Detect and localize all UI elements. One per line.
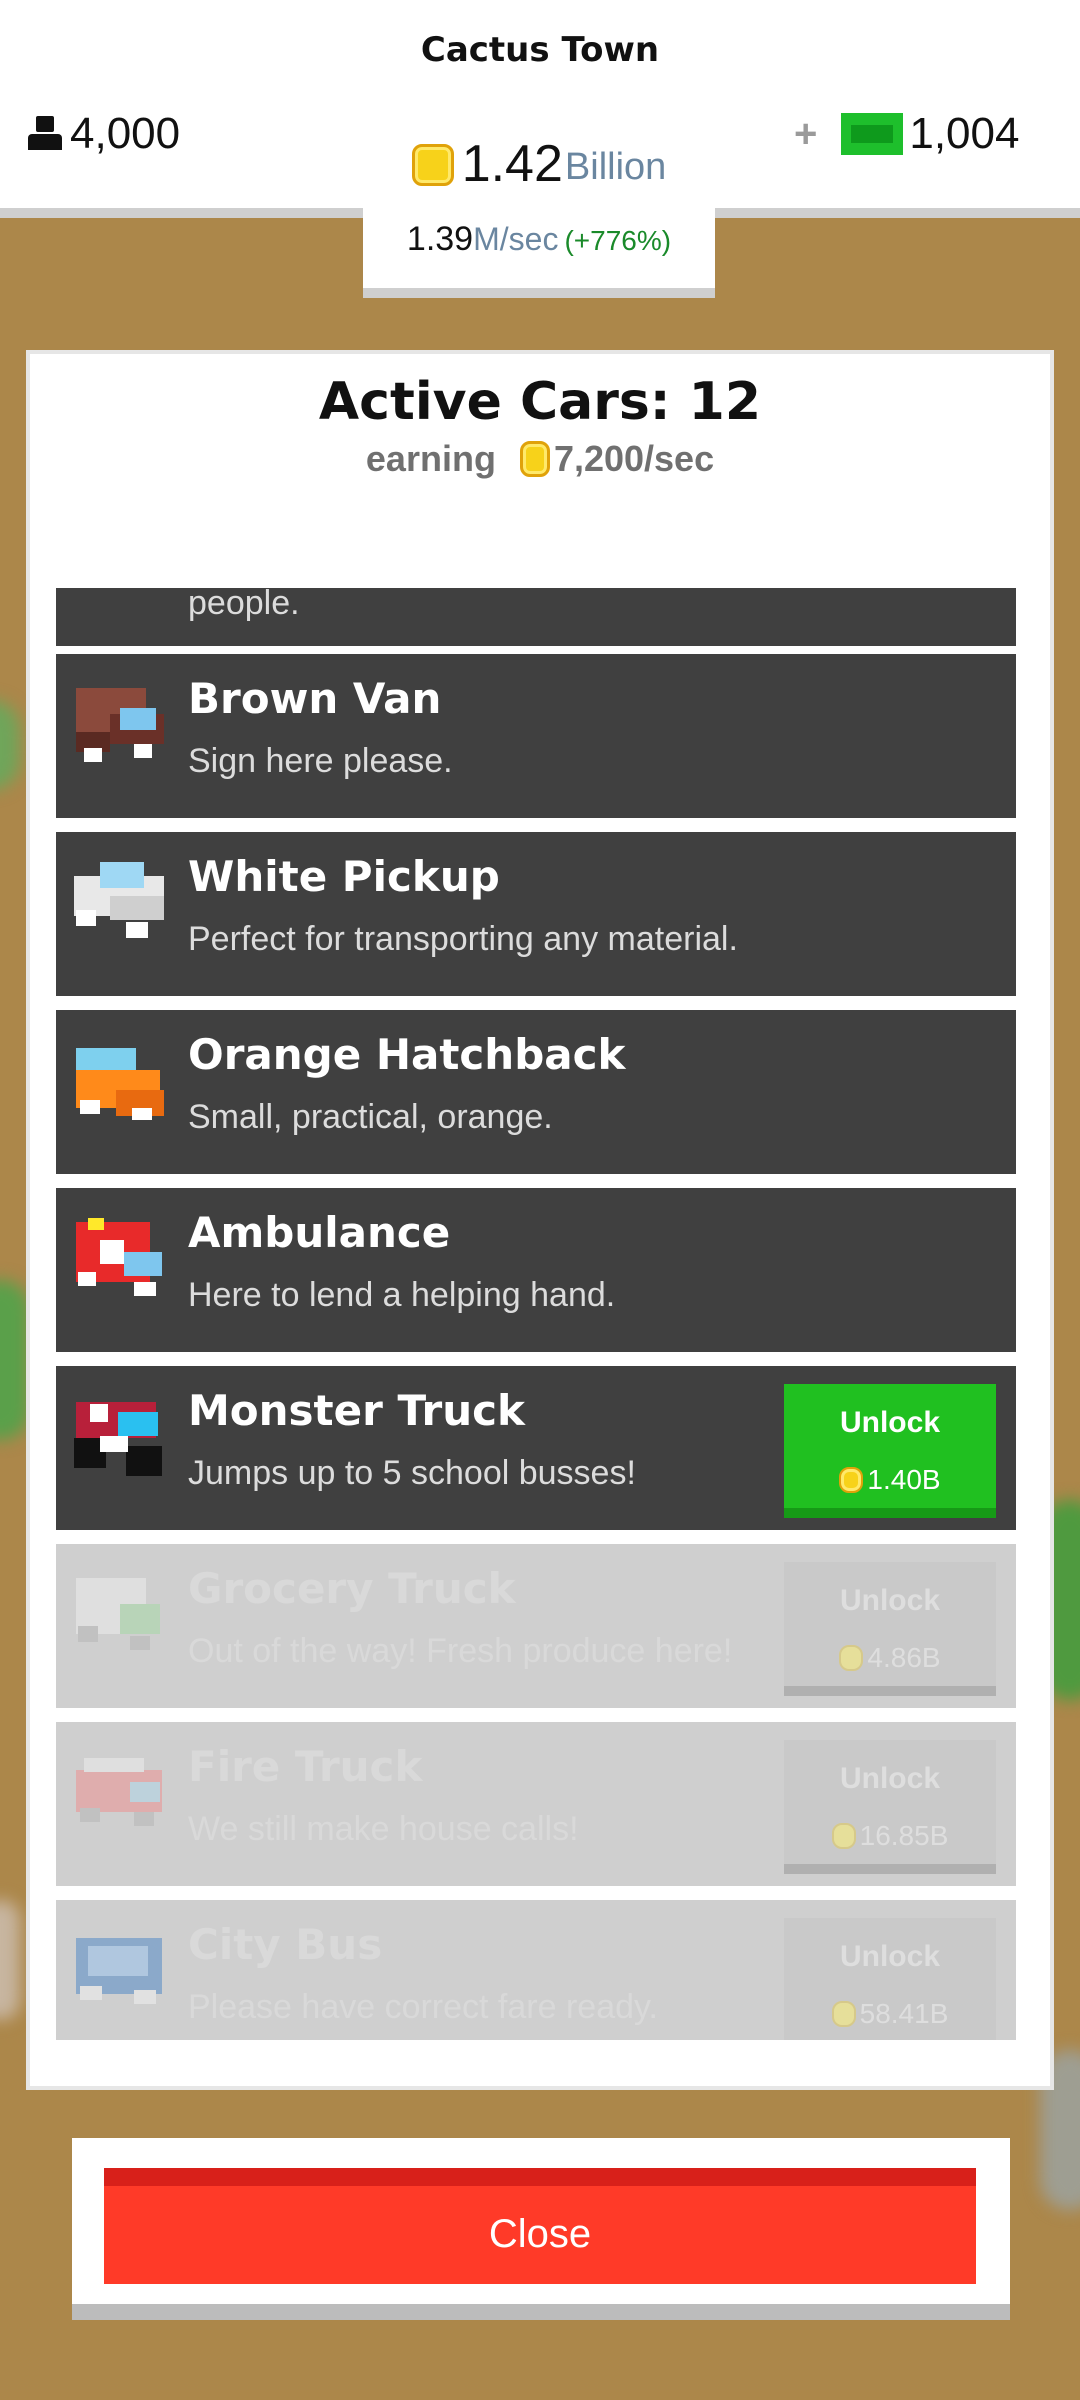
car-name: Grocery Truck	[188, 1564, 516, 1613]
gold-unit: Billion	[564, 146, 667, 188]
car-description: Small, practical, orange.	[188, 1098, 553, 1136]
income-rate-unit: M/sec	[473, 221, 559, 257]
cash-counter[interactable]: + 1,004	[794, 106, 1019, 162]
active-cars-panel: Active Cars: 12 earning 7,200/sec people…	[26, 350, 1054, 2090]
car-description: Sign here please.	[188, 742, 453, 780]
gold-coin-icon	[831, 2001, 856, 2027]
panel-earning: earning 7,200/sec	[30, 438, 1050, 480]
person-icon	[26, 116, 64, 152]
list-item[interactable]: Monster Truck Jumps up to 5 school busse…	[56, 1366, 1016, 1530]
income-rate-percent: (+776%)	[564, 225, 672, 256]
city-bus-icon	[70, 1924, 174, 2024]
unlock-cost-value: 58.41B	[859, 1998, 949, 2029]
fire-truck-icon	[70, 1746, 174, 1846]
cash-bill-icon	[841, 113, 904, 155]
brown-van-icon	[70, 678, 174, 778]
add-cash-icon[interactable]: +	[794, 112, 817, 157]
unlock-cost-value: 16.85B	[859, 1820, 949, 1851]
car-name: Brown Van	[188, 674, 442, 723]
list-item[interactable]: Brown Van Sign here please.	[56, 654, 1016, 818]
gold-coin-icon	[839, 1467, 864, 1493]
panel-title: Active Cars: 12	[318, 372, 762, 432]
gold-counter: 1.42 Billion 1.39M/sec (+776%)	[363, 120, 715, 298]
ambulance-icon	[70, 1212, 174, 1312]
unlock-button[interactable]: Unlock 16.85B	[784, 1740, 996, 1874]
grocery-truck-icon	[70, 1568, 174, 1668]
list-item[interactable]: Fire Truck We still make house calls! Un…	[56, 1722, 1016, 1886]
population-value: 4,000	[70, 109, 181, 158]
earning-label: earning	[365, 438, 496, 479]
orange-hatchback-icon	[70, 1034, 174, 1134]
earning-rate: 7,200/sec	[553, 438, 715, 479]
gold-value: 1.42	[461, 135, 563, 193]
unlock-cost: 16.85B	[784, 1820, 996, 1852]
population-counter: 4,000	[26, 106, 180, 162]
list-item[interactable]: Ambulance Here to lend a helping hand.	[56, 1188, 1016, 1352]
car-description: Jumps up to 5 school busses!	[188, 1454, 636, 1492]
unlock-button[interactable]: Unlock 4.86B	[784, 1562, 996, 1696]
unlock-cost: 4.86B	[784, 1642, 996, 1674]
car-name: Orange Hatchback	[188, 1030, 626, 1079]
unlock-cost-value: 4.86B	[867, 1642, 941, 1673]
close-button[interactable]: Close	[104, 2168, 976, 2284]
unlock-cost-value: 1.40B	[867, 1464, 941, 1495]
monster-truck-icon	[70, 1390, 174, 1490]
cash-value: 1,004	[909, 109, 1020, 158]
car-description: Please have correct fare ready.	[188, 1988, 658, 2026]
car-description: We still make house calls!	[188, 1810, 579, 1848]
white-pickup-icon	[70, 856, 174, 956]
list-item[interactable]: Orange Hatchback Small, practical, orang…	[56, 1010, 1016, 1174]
town-name: Cactus Town	[420, 30, 660, 70]
car-description: Here to lend a helping hand.	[188, 1276, 616, 1314]
unlock-cost: 1.40B	[784, 1464, 996, 1496]
car-description: Perfect for transporting any material.	[188, 920, 738, 958]
car-name: City Bus	[188, 1920, 383, 1969]
income-rate-value: 1.39	[406, 220, 474, 258]
gold-coin-icon	[411, 144, 454, 186]
unlock-label: Unlock	[839, 1762, 941, 1795]
car-name: Monster Truck	[188, 1386, 525, 1435]
unlock-label: Unlock	[839, 1584, 941, 1617]
unlock-button[interactable]: Unlock 58.41B	[784, 1918, 996, 2040]
car-name: Fire Truck	[188, 1742, 423, 1791]
gold-coin-icon	[831, 1823, 856, 1849]
list-item[interactable]: City Bus Please have correct fare ready.…	[56, 1900, 1016, 2040]
close-button-container: Close	[72, 2138, 1010, 2320]
gold-coin-icon	[519, 441, 550, 477]
list-item: people.	[56, 588, 1016, 646]
list-item[interactable]: Grocery Truck Out of the way! Fresh prod…	[56, 1544, 1016, 1708]
unlock-button[interactable]: Unlock 1.40B	[784, 1384, 996, 1518]
car-description: Out of the way! Fresh produce here!	[188, 1632, 733, 1670]
car-list[interactable]: people. Brown Van Sign here please. Whit…	[56, 588, 1016, 2040]
gold-coin-icon	[839, 1645, 864, 1671]
unlock-label: Unlock	[839, 1406, 941, 1439]
car-name: Ambulance	[188, 1208, 451, 1257]
car-description: people.	[188, 588, 300, 622]
close-button-label: Close	[488, 2212, 592, 2256]
unlock-cost: 58.41B	[784, 1998, 996, 2030]
car-name: White Pickup	[188, 852, 500, 901]
income-rate: 1.39M/sec (+776%)	[363, 220, 715, 259]
unlock-label: Unlock	[839, 1940, 941, 1973]
list-item[interactable]: White Pickup Perfect for transporting an…	[56, 832, 1016, 996]
